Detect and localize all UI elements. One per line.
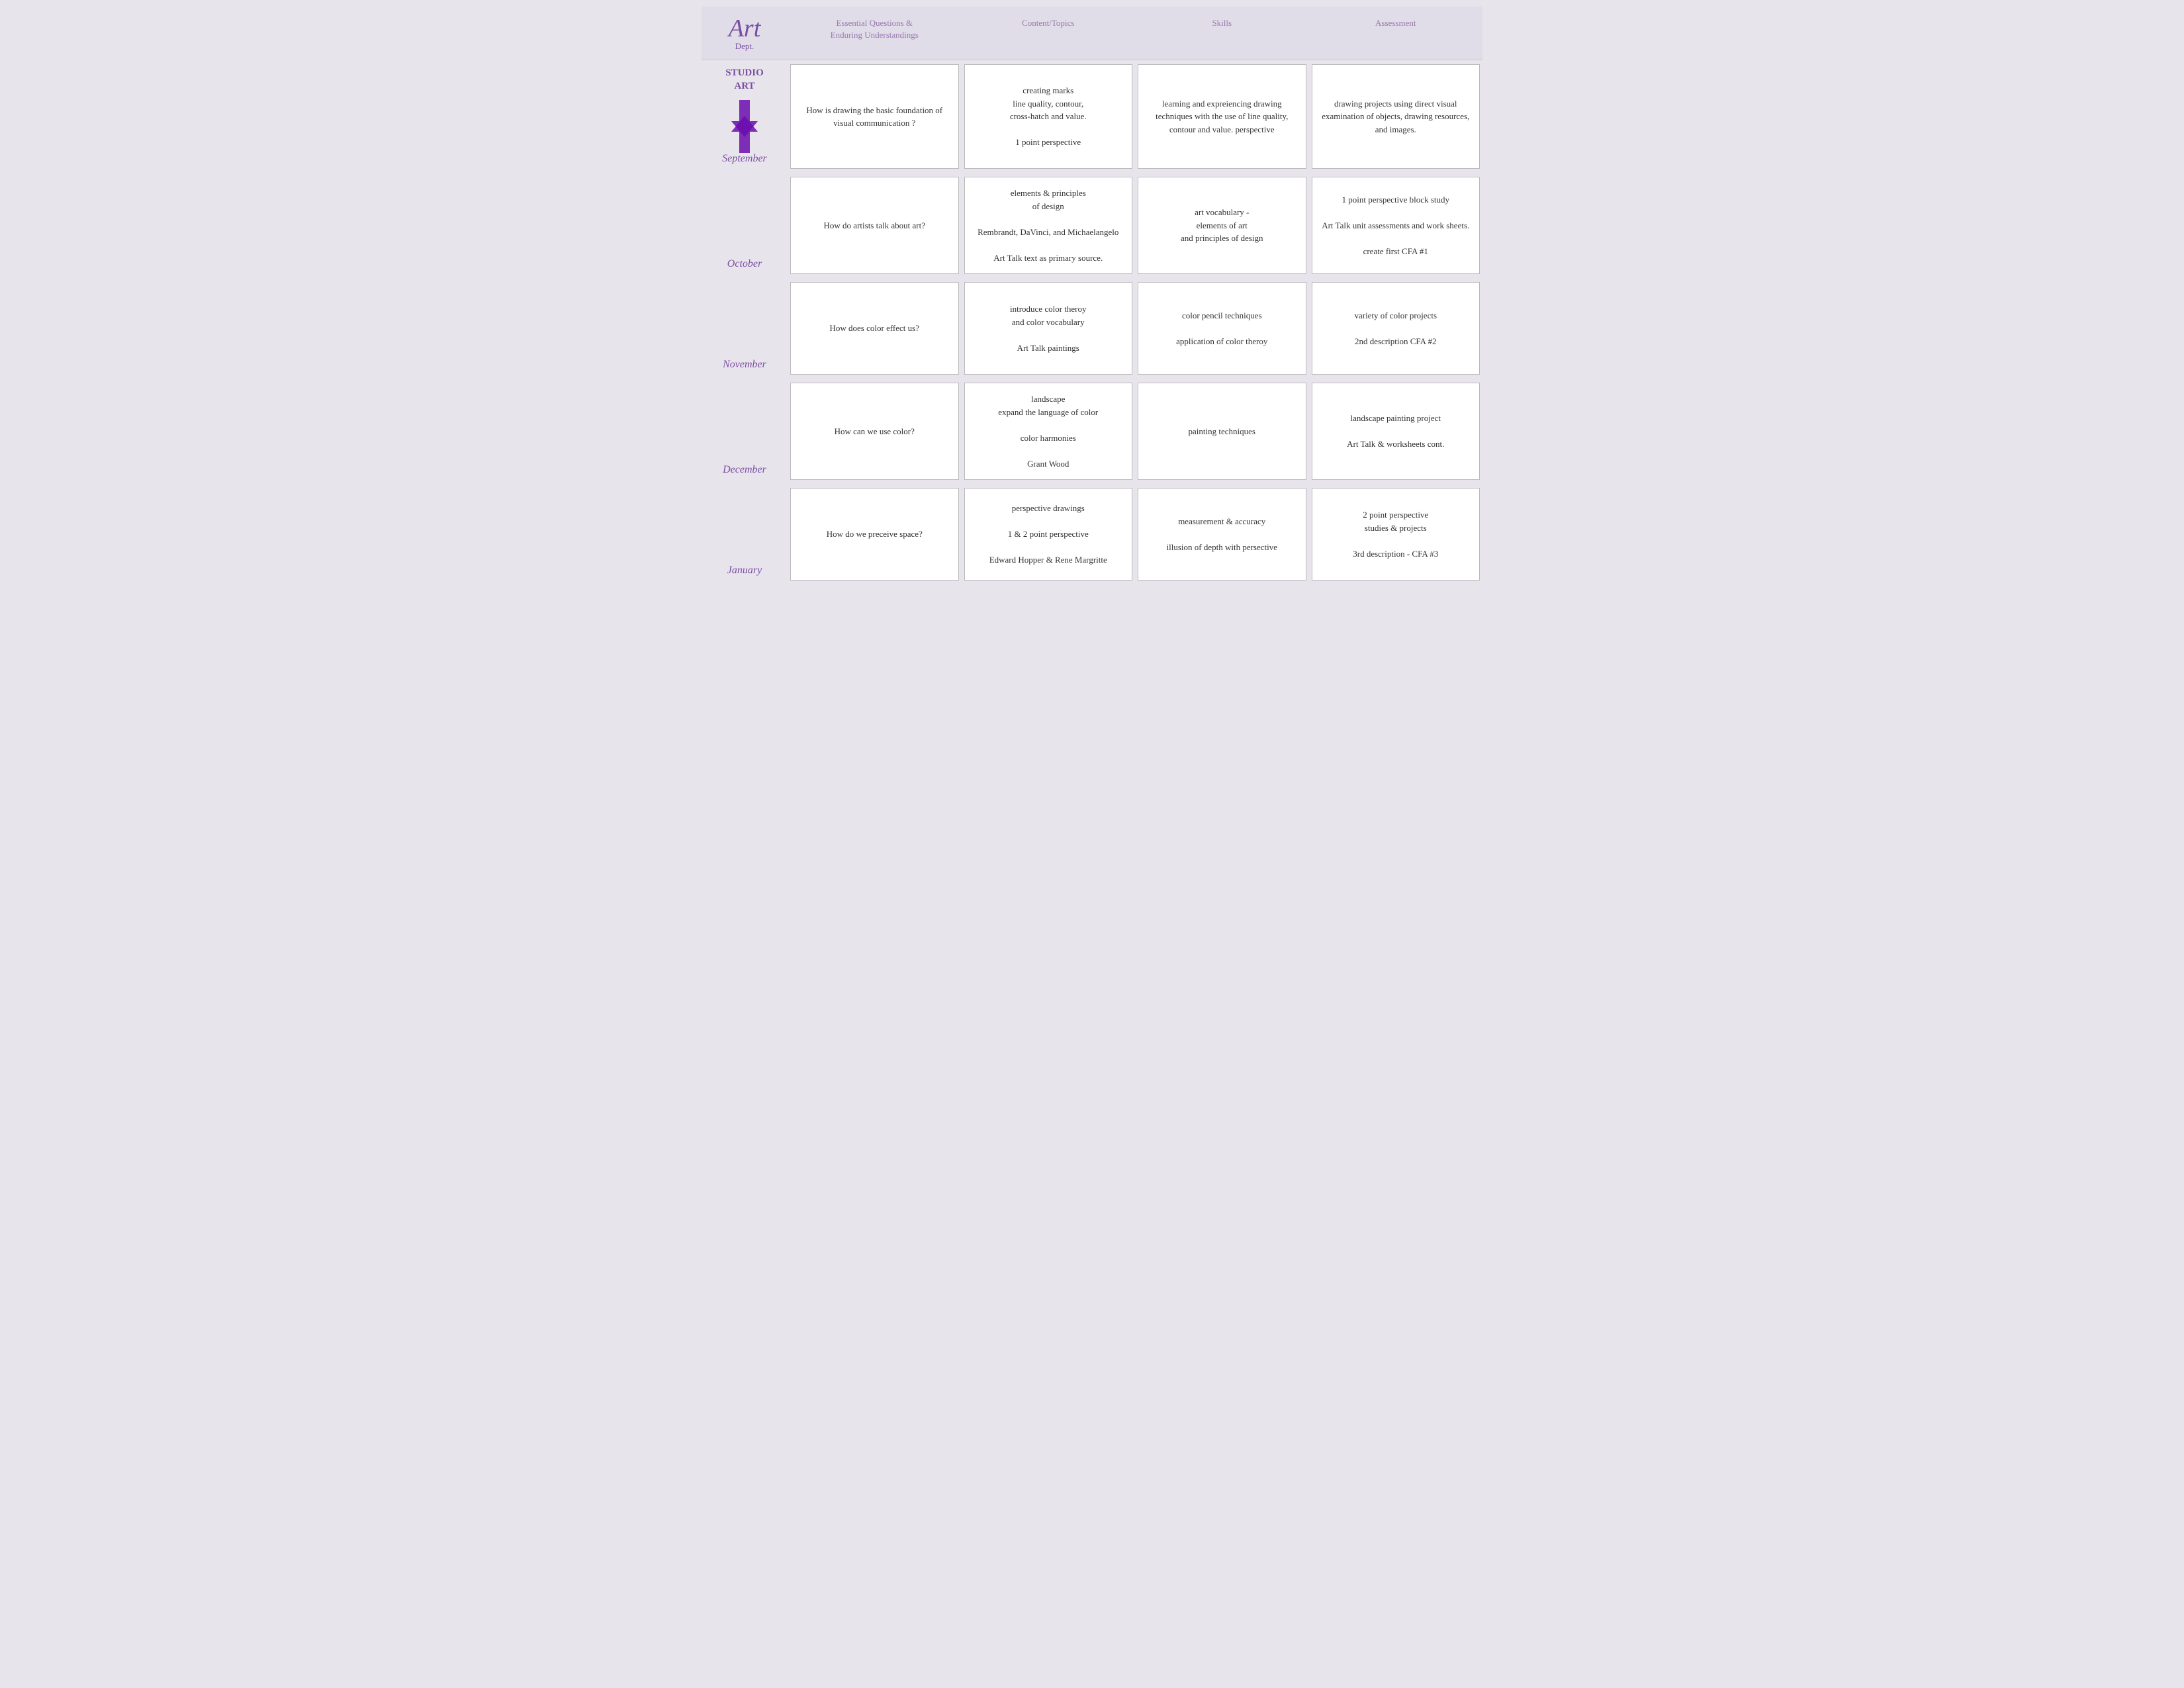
month-label-sep: September	[702, 153, 788, 173]
header-col-content: Content/Topics	[962, 13, 1136, 54]
cell-oct-skills: art vocabulary - elements of art and pri…	[1138, 177, 1306, 274]
month-label-jan: January	[702, 484, 788, 585]
cell-jan-assessment: 2 point perspective studies & projects 3…	[1312, 488, 1480, 581]
cell-dec-content: landscape expand the language of color c…	[964, 383, 1133, 480]
cell-dec-essential: How can we use color?	[790, 383, 959, 480]
side-col-dec: December	[702, 379, 788, 484]
header-col-assessment: Assessment	[1309, 13, 1483, 54]
header-col-essential: Essential Questions & Enduring Understan…	[788, 13, 962, 54]
cell-jan-essential: How do we preceive space?	[790, 488, 959, 581]
dept-label: Dept.	[704, 41, 785, 52]
double-arrow-icon	[725, 100, 764, 153]
header-row: Art Dept. Essential Questions & Enduring…	[702, 7, 1482, 60]
month-label-oct: October	[702, 173, 788, 278]
side-col-nov: November	[702, 278, 788, 379]
month-label-dec: December	[702, 379, 788, 484]
header-art-dept: Art Dept.	[702, 13, 788, 54]
arrow-container	[702, 100, 788, 153]
cell-nov-assessment: variety of color projects 2nd descriptio…	[1312, 282, 1480, 375]
side-col-sep: STUDIO ART September	[702, 60, 788, 173]
cell-oct-content: elements & principles of design Rembrand…	[964, 177, 1133, 274]
cell-nov-skills: color pencil techniques application of c…	[1138, 282, 1306, 375]
cell-dec-assessment: landscape painting project Art Talk & wo…	[1312, 383, 1480, 480]
cell-jan-skills: measurement & accuracy illusion of depth…	[1138, 488, 1306, 581]
cell-sep-skills: learning and expreiencing drawing techni…	[1138, 64, 1306, 169]
cell-oct-essential: How do artists talk about art?	[790, 177, 959, 274]
cell-sep-essential: How is drawing the basic foundation of v…	[790, 64, 959, 169]
studio-art-label: STUDIO ART	[702, 60, 788, 93]
page: Art Dept. Essential Questions & Enduring…	[695, 0, 1489, 591]
month-label-nov: November	[702, 278, 788, 379]
side-col-oct: October	[702, 173, 788, 278]
art-title: Art	[704, 16, 785, 41]
cell-sep-assessment: drawing projects using direct visual exa…	[1312, 64, 1480, 169]
header-col-skills: Skills	[1135, 13, 1309, 54]
cell-nov-essential: How does color effect us?	[790, 282, 959, 375]
cell-nov-content: introduce color theroy and color vocabul…	[964, 282, 1133, 375]
cell-dec-skills: painting techniques	[1138, 383, 1306, 480]
cell-oct-assessment: 1 point perspective block study Art Talk…	[1312, 177, 1480, 274]
content-area: STUDIO ART September How is drawing the …	[702, 60, 1482, 585]
side-col-jan: January	[702, 484, 788, 585]
cell-sep-content: creating marks line quality, contour, cr…	[964, 64, 1133, 169]
cell-jan-content: perspective drawings 1 & 2 point perspec…	[964, 488, 1133, 581]
